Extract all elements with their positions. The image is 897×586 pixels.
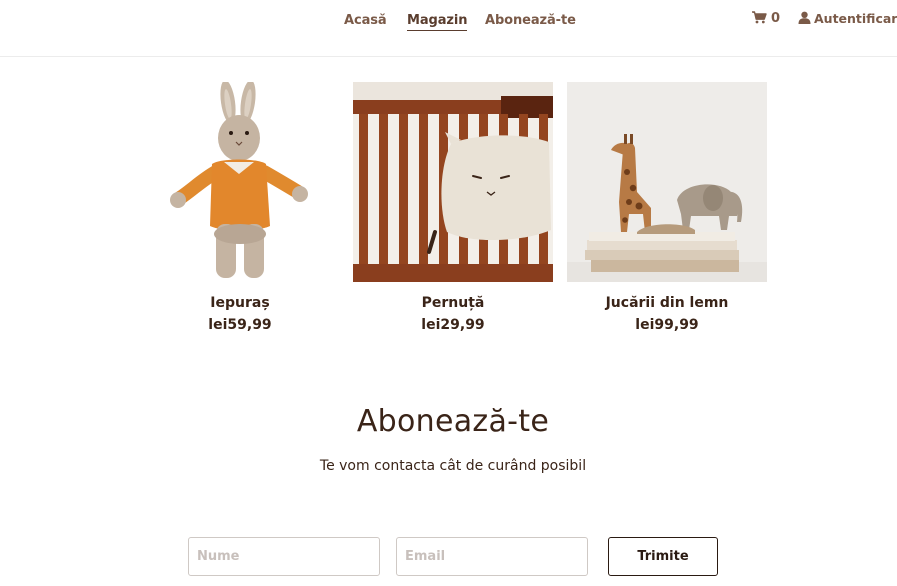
product-card-jucarii[interactable]: Jucării din lemn lei99,99 [567, 82, 767, 334]
subscribe-description: Te vom contacta cât de curând posibil [319, 458, 587, 474]
login-button[interactable]: Autentificare [798, 10, 897, 26]
nav-link-acasa[interactable]: Acasă [344, 13, 387, 28]
cart-button[interactable]: 0 [752, 10, 780, 26]
product-image-bunny[interactable] [140, 82, 340, 282]
nav-link-magazin[interactable]: Magazin [407, 13, 467, 31]
product-name[interactable]: Pernuță [353, 295, 553, 312]
product-name[interactable]: Jucării din lemn [567, 295, 767, 312]
product-image-pillow[interactable] [353, 82, 553, 282]
product-price: lei29,99 [421, 317, 485, 333]
product-price: lei59,99 [208, 317, 272, 333]
nav-link-aboneaza[interactable]: Abonează-te [485, 13, 576, 28]
cart-icon [752, 9, 767, 28]
product-image-wooden-toys[interactable] [567, 82, 767, 282]
subscribe-title: Abonează-te [356, 404, 550, 439]
product-card-iepuras[interactable]: Iepuraș lei59,99 [140, 82, 340, 334]
product-name[interactable]: Iepuraș [140, 295, 340, 312]
login-label: Autentificare [814, 10, 897, 26]
site-header: Acasă Magazin Abonează-te 0 Autentificar… [0, 0, 897, 57]
product-price: lei99,99 [635, 317, 699, 333]
submit-button[interactable]: Trimite [608, 537, 718, 576]
email-field[interactable] [396, 537, 588, 576]
user-icon [798, 9, 811, 28]
cart-count: 0 [771, 10, 781, 26]
name-field[interactable] [188, 537, 380, 576]
product-card-pernuta[interactable]: Pernuță lei29,99 [353, 82, 553, 334]
